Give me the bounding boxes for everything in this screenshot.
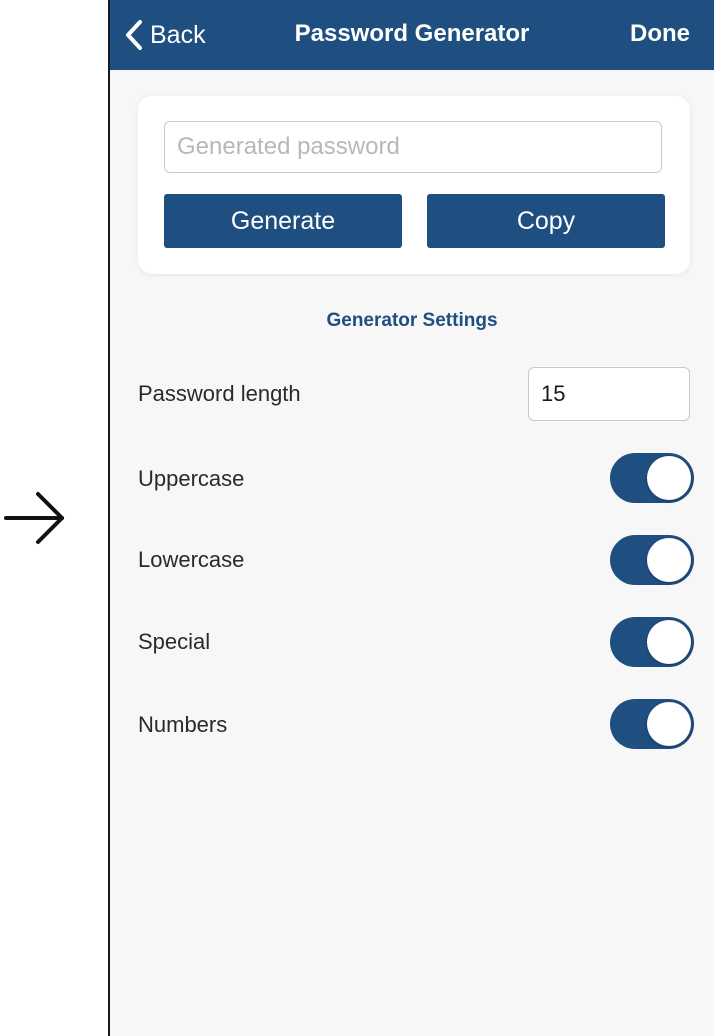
chevron-left-icon <box>126 20 142 50</box>
arrow-right-icon <box>4 492 64 544</box>
numbers-toggle[interactable] <box>610 699 694 749</box>
uppercase-toggle[interactable] <box>610 453 694 503</box>
generated-password-field[interactable] <box>164 121 662 173</box>
done-button[interactable]: Done <box>630 20 690 48</box>
back-label: Back <box>150 20 206 49</box>
option-label-lowercase: Lowercase <box>138 547 245 572</box>
password-length-label: Password length <box>138 381 301 406</box>
special-toggle[interactable] <box>610 617 694 667</box>
navigation-bar: Back Password Generator Done <box>110 0 714 70</box>
section-title: Generator Settings <box>326 310 498 331</box>
toggle-knob <box>647 538 691 582</box>
back-button[interactable]: Back <box>124 18 206 52</box>
phone-screen: Back Password Generator Done Generate Co… <box>108 0 714 1036</box>
password-length-field[interactable] <box>528 367 690 421</box>
option-label-special: Special <box>138 629 211 654</box>
toggle-knob <box>647 620 691 664</box>
generate-button[interactable]: Generate <box>164 194 402 248</box>
toggle-knob <box>647 456 691 500</box>
toggle-knob <box>647 702 691 746</box>
lowercase-toggle[interactable] <box>610 535 694 585</box>
copy-button[interactable]: Copy <box>427 194 665 248</box>
option-label-numbers: Numbers <box>138 712 228 737</box>
option-label-uppercase: Uppercase <box>138 466 245 491</box>
screenshot-stage: Back Password Generator Done Generate Co… <box>0 0 714 1036</box>
generator-card: Generate Copy <box>138 96 690 274</box>
